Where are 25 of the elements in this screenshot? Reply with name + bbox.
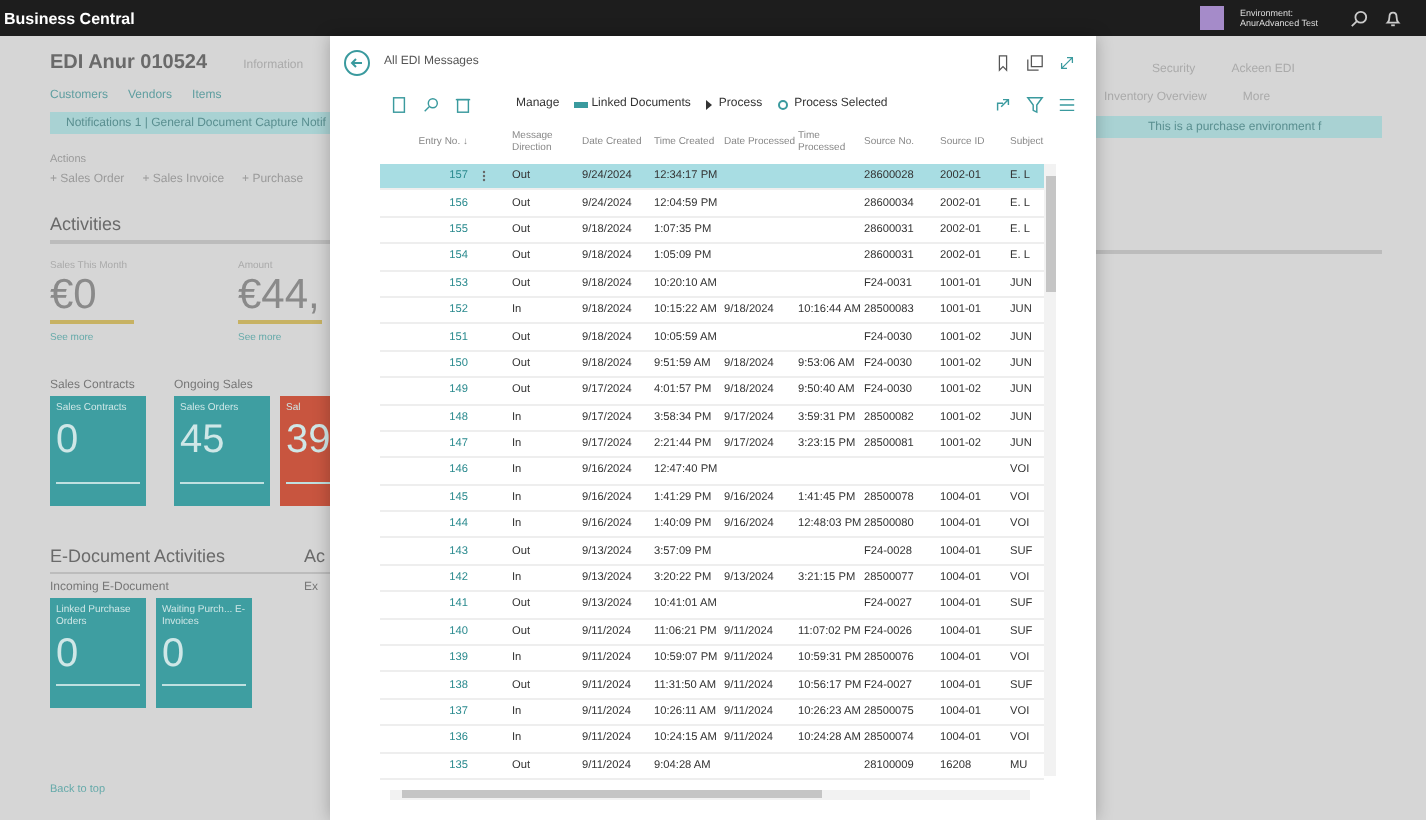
list-icon[interactable] [1058, 95, 1076, 113]
tile-value: 0 [162, 632, 187, 678]
back-icon[interactable] [344, 49, 370, 75]
document-icon[interactable] [390, 95, 408, 113]
tile-value: 0 [56, 632, 81, 678]
expand-icon[interactable] [1058, 53, 1076, 71]
tile-value: 39 [286, 418, 330, 464]
page-title: EDI Anur 010524 [50, 52, 208, 74]
section-title: Ac [304, 546, 328, 566]
tile-value: 45 [180, 418, 227, 464]
search-icon[interactable] [1350, 9, 1368, 27]
tile-value: 0 [56, 418, 81, 464]
filter-icon[interactable] [1026, 95, 1044, 113]
kpi-value: €0 [50, 272, 99, 320]
bookmark-icon[interactable] [994, 53, 1012, 71]
section-title: E-Document Activities [50, 546, 228, 566]
play-icon [704, 99, 715, 109]
app-name: Business Central [4, 9, 135, 27]
horizontal-scrollbar[interactable] [390, 790, 1030, 800]
delete-icon[interactable] [454, 95, 472, 113]
bell-icon[interactable] [1384, 9, 1402, 27]
share-icon[interactable] [994, 95, 1012, 113]
open-new-icon[interactable] [1026, 53, 1044, 71]
vertical-scrollbar[interactable] [1044, 164, 1056, 776]
kpi-value: €44, [238, 272, 322, 320]
